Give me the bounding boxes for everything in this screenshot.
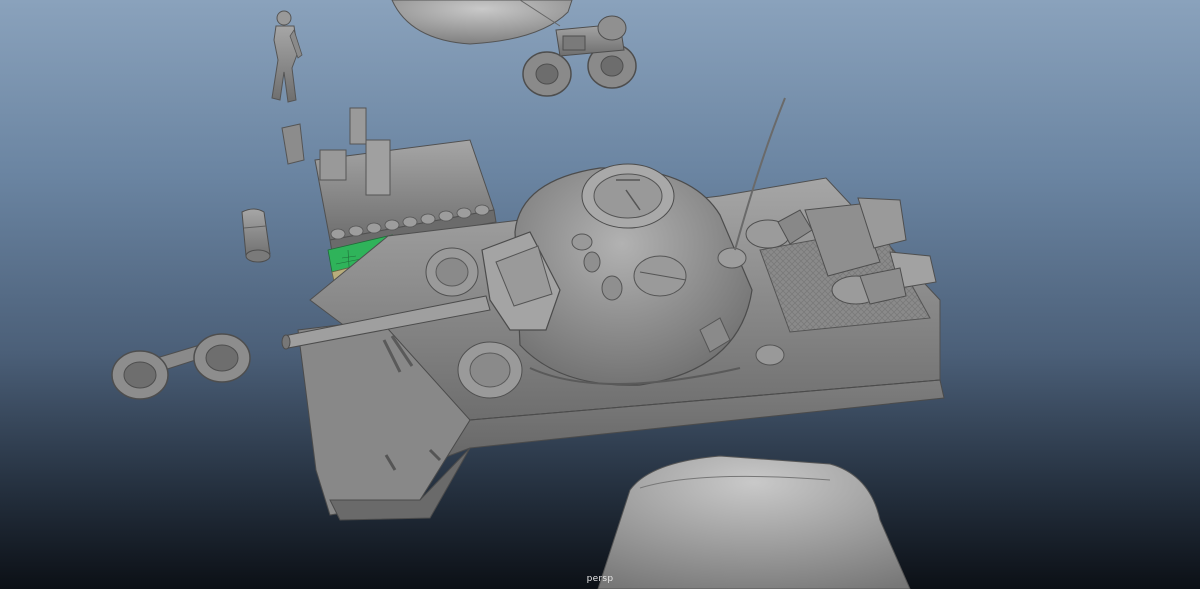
scene-3d-render[interactable] (0, 0, 1200, 589)
dome-part[interactable] (391, 0, 573, 45)
soldier-figure[interactable] (271, 10, 303, 103)
fuel-can[interactable] (241, 208, 271, 263)
road-wheel-pair[interactable] (111, 333, 251, 400)
camera-name-label: persp (586, 574, 614, 584)
maya-perspective-viewport[interactable]: persp (0, 0, 1200, 589)
track-cover[interactable] (597, 455, 911, 589)
